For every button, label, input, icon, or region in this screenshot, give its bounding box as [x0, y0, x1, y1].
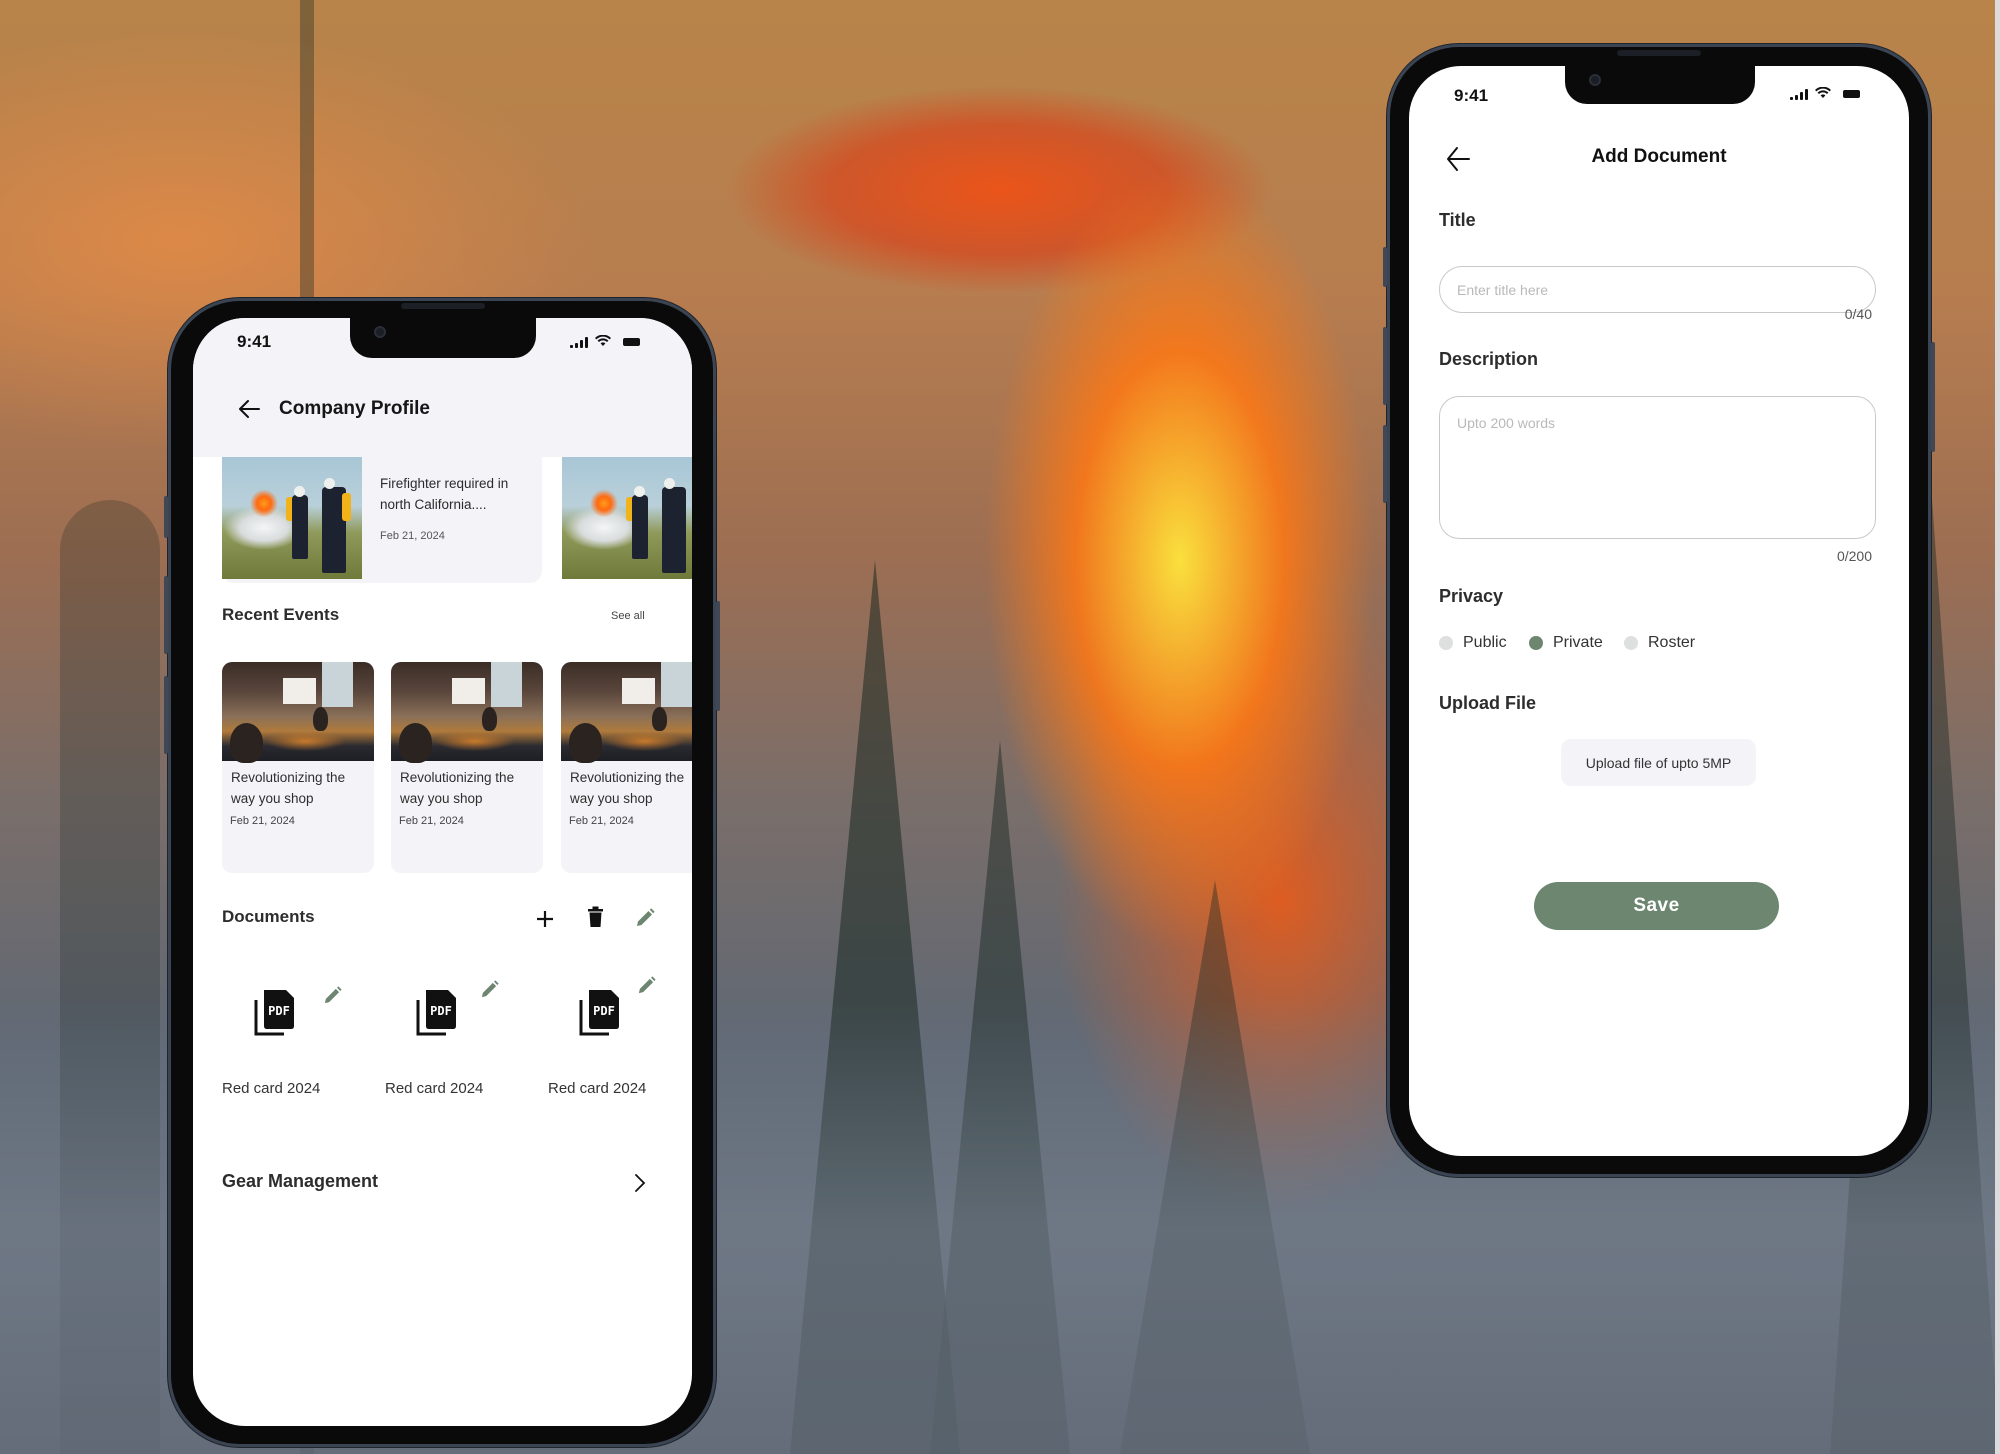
- upload-file-label: Upload File: [1439, 693, 1537, 713]
- description-field-label: Description: [1439, 349, 1539, 369]
- event-photo: [222, 662, 374, 763]
- event-photo: [391, 662, 543, 763]
- chevron-right-icon: [635, 1174, 646, 1192]
- pdf-file-icon: PDF: [416, 990, 456, 1036]
- description-char-counter: 0/200: [1836, 548, 1872, 564]
- pdf-file-icon: PDF: [579, 990, 619, 1036]
- job-post-title-line1: Firefighter required in: [380, 476, 509, 491]
- event-title-line2: way you shop: [570, 791, 653, 806]
- svg-text:PDF: PDF: [593, 1004, 615, 1018]
- see-all-link[interactable]: See all: [611, 610, 645, 622]
- page-title: Company Profile: [279, 398, 430, 419]
- gear-management-title: Gear Management: [222, 1171, 379, 1191]
- privacy-radio-public[interactable]: Public: [1439, 634, 1507, 652]
- svg-text:PDF: PDF: [430, 1004, 452, 1018]
- silent-switch: [164, 496, 168, 538]
- svg-text:PDF: PDF: [268, 1004, 290, 1018]
- cellular-signal-icon: [570, 337, 588, 348]
- edit-pencil-icon[interactable]: [323, 986, 342, 1005]
- company-profile-screen: 9:41 Company Profile Firefighter require…: [193, 318, 692, 1426]
- volume-down-button: [164, 676, 168, 754]
- document-label: Red card 2024: [385, 1080, 484, 1097]
- back-arrow-icon[interactable]: [238, 399, 260, 419]
- radio-dot: [1439, 636, 1453, 650]
- page-title: Add Document: [1591, 146, 1727, 167]
- wifi-icon: [1815, 87, 1831, 98]
- edge-strip: [1995, 0, 2000, 1454]
- upload-file-button[interactable]: Upload file of upto 5MP: [1561, 739, 1756, 786]
- left-phone-speaker: [401, 303, 485, 309]
- event-photo: [561, 662, 692, 763]
- description-textarea[interactable]: [1439, 396, 1876, 539]
- right-phone-speaker: [1617, 50, 1701, 56]
- radio-dot: [1624, 636, 1638, 650]
- radio-label: Public: [1463, 634, 1507, 651]
- event-card[interactable]: Revolutionizing the way you shop Feb 21,…: [561, 662, 692, 873]
- wifi-icon: [595, 335, 611, 346]
- job-post-date: Feb 21, 2024: [380, 530, 445, 542]
- edit-pencil-icon[interactable]: [635, 908, 655, 928]
- job-post-title-line2: north California....: [380, 497, 487, 512]
- title-char-counter: 0/40: [1844, 306, 1872, 322]
- job-post-photo: [222, 457, 362, 579]
- edit-pencil-icon[interactable]: [480, 980, 499, 999]
- volume-up-button: [1383, 327, 1387, 405]
- battery-icon: [623, 338, 640, 346]
- title-field-label: Title: [1439, 210, 1476, 230]
- silent-switch: [1383, 247, 1387, 287]
- status-time: 9:41: [237, 332, 272, 351]
- document-label: Red card 2024: [222, 1080, 321, 1097]
- power-button: [716, 601, 720, 711]
- pdf-file-icon: PDF: [254, 990, 294, 1036]
- edit-pencil-icon[interactable]: [637, 976, 656, 995]
- privacy-radio-roster[interactable]: Roster: [1624, 634, 1695, 652]
- event-date: Feb 21, 2024: [230, 815, 295, 827]
- status-time: 9:41: [1454, 86, 1489, 105]
- event-title-line2: way you shop: [400, 791, 483, 806]
- document-label: Red card 2024: [548, 1080, 647, 1097]
- volume-down-button: [1383, 425, 1387, 503]
- volume-up-button: [164, 576, 168, 654]
- recent-events-title: Recent Events: [222, 605, 340, 624]
- battery-icon: [1843, 90, 1860, 98]
- event-title-line1: Revolutionizing the: [400, 770, 515, 785]
- add-document-screen: 9:41 Add Document Title 0/40 Description…: [1409, 66, 1909, 1156]
- event-card[interactable]: Revolutionizing the way you shop Feb 21,…: [222, 662, 374, 873]
- job-post-photo-next[interactable]: [562, 457, 692, 579]
- privacy-radio-private[interactable]: Private: [1529, 634, 1603, 652]
- delete-icon[interactable]: [587, 906, 604, 928]
- job-post-card[interactable]: Firefighter required in north California…: [222, 457, 542, 583]
- radio-dot-selected: [1529, 636, 1543, 650]
- left-phone-notch: [350, 318, 536, 358]
- event-card[interactable]: Revolutionizing the way you shop Feb 21,…: [391, 662, 543, 873]
- radio-label: Private: [1553, 634, 1603, 651]
- radio-label: Roster: [1648, 634, 1696, 651]
- event-title-line2: way you shop: [231, 791, 314, 806]
- privacy-label: Privacy: [1439, 586, 1504, 606]
- event-title-line1: Revolutionizing the: [570, 770, 685, 785]
- event-date: Feb 21, 2024: [399, 815, 464, 827]
- event-date: Feb 21, 2024: [569, 815, 634, 827]
- cellular-signal-icon: [1790, 89, 1808, 100]
- right-phone-notch: [1565, 66, 1755, 104]
- documents-title: Documents: [222, 907, 315, 926]
- event-title-line1: Revolutionizing the: [231, 770, 346, 785]
- add-document-icon[interactable]: [536, 910, 554, 928]
- power-button: [1931, 342, 1935, 452]
- save-button[interactable]: Save: [1534, 882, 1779, 930]
